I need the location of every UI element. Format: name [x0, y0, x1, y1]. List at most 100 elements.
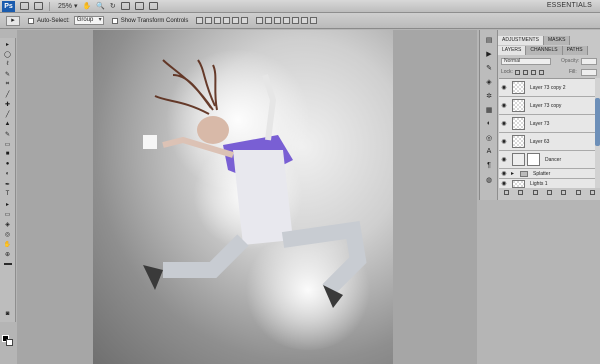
shape-tool-icon[interactable]: ▭ — [2, 210, 13, 218]
history-icon[interactable]: ▤ — [484, 35, 494, 44]
clone-stamp-tool-icon[interactable]: ▲ — [2, 120, 13, 128]
3d-orbit-tool-icon[interactable]: ◎ — [2, 230, 13, 238]
align-left-icon[interactable] — [223, 17, 231, 24]
hand-tool-button[interactable]: ✋ — [82, 2, 91, 11]
3d-icon[interactable]: ◍ — [484, 175, 494, 184]
auto-select-checkbox[interactable] — [28, 17, 34, 24]
delete-layer-icon[interactable] — [590, 190, 596, 195]
gradient-tool-icon[interactable]: ■ — [2, 150, 13, 158]
align-top-icon[interactable] — [196, 17, 204, 24]
document-canvas[interactable] — [93, 30, 393, 364]
eyedropper-tool-icon[interactable]: ╱ — [2, 90, 13, 98]
healing-tool-icon[interactable]: ✚ — [2, 100, 13, 108]
distribute-top-icon[interactable] — [256, 17, 264, 24]
adjustment-layer-icon[interactable] — [546, 190, 552, 195]
tool-preset-picker[interactable]: ▸ — [6, 15, 20, 26]
align-bottom-icon[interactable] — [214, 17, 222, 24]
auto-align-icon[interactable] — [310, 17, 318, 24]
visibility-eye-icon[interactable]: ◉ — [499, 102, 509, 109]
blend-mode-dropdown[interactable]: Normal — [501, 58, 551, 65]
dodge-tool-icon[interactable]: ◐ — [2, 170, 13, 178]
distribute-left-icon[interactable] — [283, 17, 291, 24]
quick-select-tool-icon[interactable]: ✎ — [2, 70, 13, 78]
brushes-icon[interactable]: ✎ — [484, 63, 494, 72]
type-tool-icon[interactable]: T — [2, 190, 13, 198]
history-brush-tool-icon[interactable]: ✎ — [2, 130, 13, 138]
tab-paths[interactable]: PATHS — [562, 46, 588, 55]
clone-source-icon[interactable]: ◈ — [484, 77, 494, 86]
zoom-tool-icon[interactable]: ⊕ — [2, 250, 13, 258]
workspace-switcher[interactable]: ESSENTIALS — [547, 2, 592, 9]
eraser-tool-icon[interactable]: ▭ — [2, 140, 13, 148]
visibility-eye-icon[interactable]: ◉ — [499, 84, 509, 91]
visibility-eye-icon[interactable]: ◉ — [499, 170, 509, 177]
show-transform-checkbox[interactable] — [111, 17, 118, 24]
lock-position-icon[interactable] — [531, 70, 536, 75]
channels-icon[interactable]: ◎ — [484, 133, 494, 142]
arrange-documents-button[interactable] — [134, 2, 144, 11]
zoom-tool-button[interactable]: 🔍 — [96, 2, 105, 11]
layer-row[interactable]: ◉ Dancer — [499, 151, 600, 169]
pen-tool-icon[interactable]: ✒ — [2, 180, 13, 188]
distribute-hcenter-icon[interactable] — [292, 17, 300, 24]
tab-adjustments[interactable]: ADJUSTMENTS — [498, 36, 544, 45]
quick-mask-icon[interactable]: ◙ — [2, 310, 13, 318]
align-hcenter-icon[interactable] — [232, 17, 240, 24]
rotate-view-button[interactable]: ↻ — [110, 2, 116, 11]
guides-button[interactable] — [120, 2, 130, 11]
layer-row[interactable]: ◉ Layer 73 copy — [499, 97, 600, 115]
blur-tool-icon[interactable]: ● — [2, 160, 13, 168]
mini-bridge-button[interactable] — [34, 2, 43, 11]
fill-field[interactable] — [581, 69, 597, 76]
visibility-eye-icon[interactable]: ◉ — [499, 180, 509, 187]
tab-masks[interactable]: MASKS — [543, 36, 571, 45]
new-group-icon[interactable] — [561, 190, 567, 195]
zoom-level-dropdown[interactable]: 25% ▾ — [58, 2, 77, 11]
hand-tool-icon[interactable]: ✋ — [2, 240, 13, 248]
marquee-tool-icon[interactable]: ◯ — [2, 50, 13, 58]
align-right-icon[interactable] — [241, 17, 249, 24]
layer-row[interactable]: ◉ Layer 63 — [499, 133, 600, 151]
tab-channels[interactable]: CHANNELS — [526, 46, 563, 55]
3d-rotate-tool-icon[interactable]: ◈ — [2, 220, 13, 228]
new-layer-icon[interactable] — [575, 190, 581, 195]
actions-icon[interactable]: ▶ — [484, 49, 494, 58]
layer-row[interactable]: ◉ Layer 73 copy 2 — [499, 79, 600, 97]
styles-icon[interactable]: ◐ — [484, 119, 494, 128]
visibility-eye-icon[interactable]: ◉ — [499, 138, 509, 145]
crop-tool-icon[interactable]: ⌗ — [2, 80, 13, 88]
layer-row[interactable]: ◉ Lights 1 — [499, 179, 600, 188]
align-vcenter-icon[interactable] — [205, 17, 213, 24]
visibility-eye-icon[interactable]: ◉ — [499, 120, 509, 127]
tab-layers[interactable]: LAYERS — [498, 46, 527, 55]
link-layers-icon[interactable] — [503, 190, 509, 195]
brush-tool-icon[interactable]: ╱ — [2, 110, 13, 118]
lasso-tool-icon[interactable]: ℓ — [2, 60, 13, 68]
visibility-eye-icon[interactable]: ◉ — [499, 156, 509, 163]
character-icon[interactable]: A — [484, 147, 494, 156]
add-mask-icon[interactable] — [532, 190, 538, 195]
opacity-field[interactable] — [581, 58, 597, 65]
lock-all-icon[interactable] — [539, 70, 544, 75]
options-bar: ▸ Auto-Select: Group Show Transform Cont… — [0, 13, 600, 29]
distribute-vcenter-icon[interactable] — [265, 17, 273, 24]
expand-triangle-icon[interactable]: ▸ — [511, 170, 514, 177]
layer-group-row[interactable]: ◉ ▸ Splatter — [499, 169, 600, 179]
path-select-tool-icon[interactable]: ▸ — [2, 200, 13, 208]
distribute-bottom-icon[interactable] — [274, 17, 282, 24]
bridge-button[interactable] — [20, 2, 29, 11]
lock-transparency-icon[interactable] — [515, 70, 520, 75]
paragraph-icon[interactable]: ¶ — [484, 161, 494, 170]
color-icon[interactable]: ✲ — [484, 91, 494, 100]
lock-pixels-icon[interactable] — [523, 70, 528, 75]
canvas-area[interactable] — [17, 30, 477, 364]
swatches-icon[interactable]: ▦ — [484, 105, 494, 114]
layer-style-icon[interactable] — [518, 190, 524, 195]
auto-select-dropdown[interactable]: Group — [73, 16, 104, 25]
background-color-swatch[interactable] — [6, 339, 13, 346]
distribute-right-icon[interactable] — [301, 17, 309, 24]
move-tool-icon[interactable]: ▸ — [2, 40, 13, 48]
layers-scrollbar-thumb[interactable] — [595, 98, 600, 146]
screen-mode-button[interactable] — [148, 2, 158, 11]
layer-row[interactable]: ◉ Layer 73 — [499, 115, 600, 133]
